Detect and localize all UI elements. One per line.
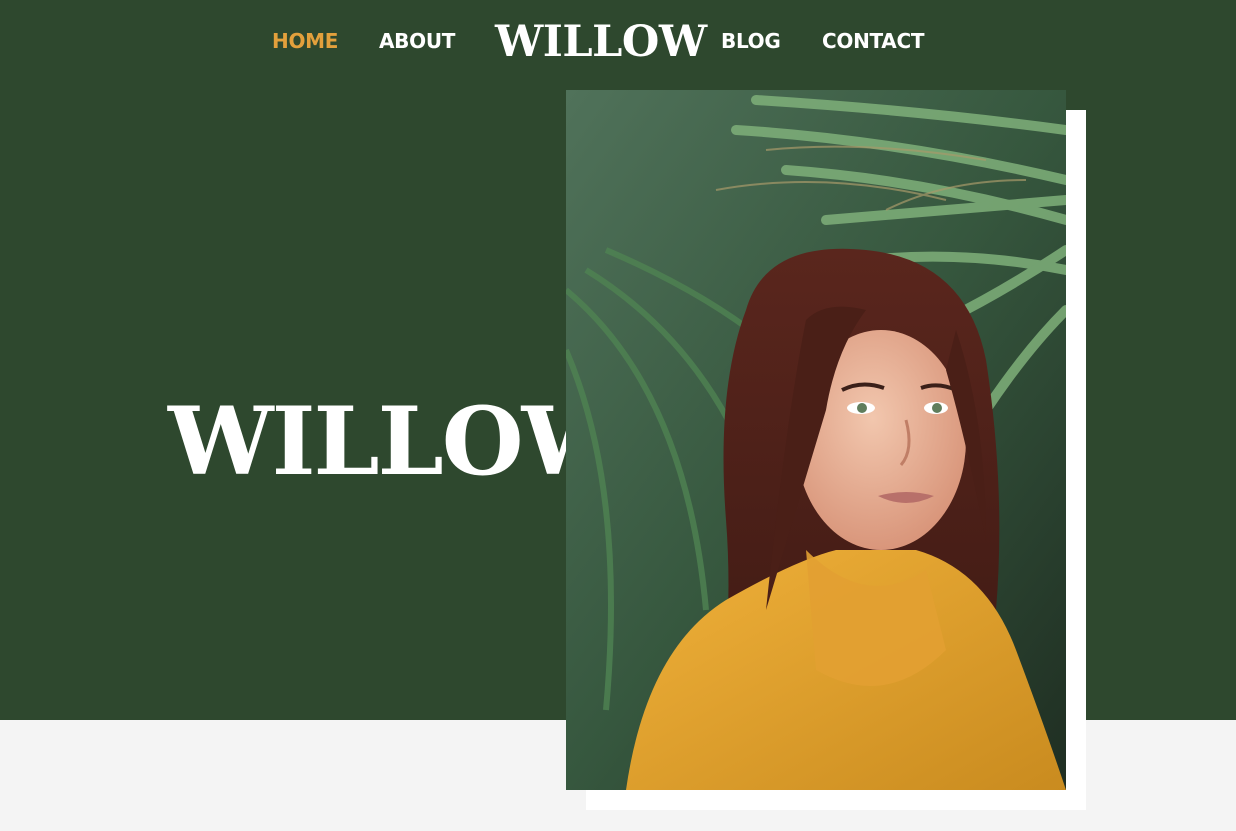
nav-home-link[interactable]: HOME — [272, 28, 338, 54]
main-nav: HOME ABOUT WILLOW BLOG CONTACT — [0, 0, 1236, 82]
nav-blog-link[interactable]: BLOG — [721, 28, 781, 54]
nav-about-link[interactable]: ABOUT — [379, 28, 455, 54]
nav-contact-link[interactable]: CONTACT — [822, 28, 925, 54]
site-logo[interactable]: WILLOW — [495, 17, 707, 67]
hero-photo — [566, 90, 1066, 790]
portrait-photo-icon — [566, 90, 1066, 790]
hero-title: WILLOW — [168, 387, 627, 497]
